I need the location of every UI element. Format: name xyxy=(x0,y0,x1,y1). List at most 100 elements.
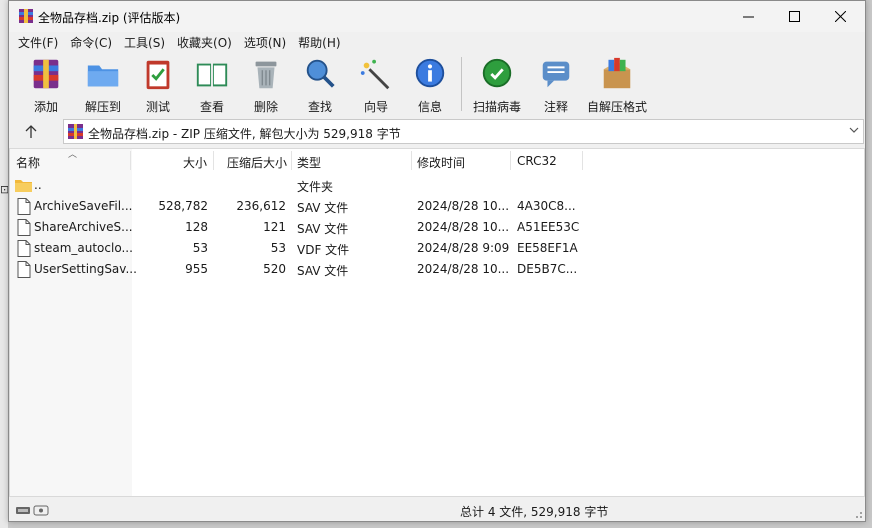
toolbar-delete-button[interactable]: 删除 xyxy=(245,53,287,115)
column-separator[interactable] xyxy=(291,151,292,170)
sfx-box-icon xyxy=(603,57,631,89)
maximize-button[interactable] xyxy=(771,1,817,32)
menu-file[interactable]: 文件(F) xyxy=(12,32,64,52)
column-header-modified[interactable]: 修改时间 xyxy=(417,154,465,171)
toolbar-comment-label: 注释 xyxy=(543,100,568,114)
info-icon xyxy=(415,58,445,88)
comment-icon xyxy=(542,61,570,88)
toolbar-sfx-label: 自解压格式 xyxy=(586,100,647,114)
file-size: 53 xyxy=(192,241,208,255)
address-bar[interactable]: 全物品存档.zip - ZIP 压缩文件, 解包大小为 529,918 字节 xyxy=(63,119,864,144)
minimize-icon xyxy=(742,16,754,18)
wizard-wand-icon xyxy=(360,59,390,90)
table-row[interactable]: UserSettingSav... 955 520 SAV 文件 2024/8/… xyxy=(10,259,864,280)
file-type: 文件夹 xyxy=(297,180,334,194)
drive-status-icon[interactable] xyxy=(15,503,51,517)
file-type: VDF 文件 xyxy=(297,243,350,257)
chevron-down-icon[interactable] xyxy=(849,127,859,135)
close-button[interactable] xyxy=(817,1,863,32)
sort-ascending-icon: ︿ xyxy=(68,150,78,160)
file-list[interactable]: ︿ 名称 大小 压缩后大小 类型 修改时间 CRC32 .. 文件夹 Archi… xyxy=(9,148,865,497)
toolbar: 添加 解压到 测试 查看 删除 查找 向导 信息 扫描病毒 注释 自解压格式 xyxy=(9,53,865,115)
toolbar-extract-label: 解压到 xyxy=(84,100,121,114)
toolbar-comment-button[interactable]: 注释 xyxy=(535,53,577,115)
table-row-parent-folder[interactable]: .. 文件夹 xyxy=(10,175,864,196)
column-header-crc[interactable]: CRC32 xyxy=(517,154,557,168)
virus-scan-icon xyxy=(482,58,512,88)
file-name: ShareArchiveS... xyxy=(34,220,133,234)
file-packed-size: 236,612 xyxy=(236,199,286,213)
view-book-icon xyxy=(196,63,228,87)
minimize-button[interactable] xyxy=(725,1,771,32)
column-header-packed[interactable]: 压缩后大小 xyxy=(213,154,287,171)
toolbar-find-label: 查找 xyxy=(307,100,332,114)
test-clipboard-icon xyxy=(146,60,170,90)
column-separator[interactable] xyxy=(510,151,511,170)
window-title: 全物品存档.zip (评估版本) xyxy=(38,11,181,25)
toolbar-sfx-button[interactable]: 自解压格式 xyxy=(583,53,651,115)
menu-help[interactable]: 帮助(H) xyxy=(292,32,346,52)
file-icon xyxy=(17,261,31,278)
table-row[interactable]: steam_autoclo... 53 53 VDF 文件 2024/8/28 … xyxy=(10,238,864,259)
toolbar-virus-scan-button[interactable]: 扫描病毒 xyxy=(471,53,523,115)
file-name: .. xyxy=(34,178,42,192)
column-header-size[interactable]: 大小 xyxy=(132,154,207,171)
menu-commands[interactable]: 命令(C) xyxy=(64,32,118,52)
address-text: 全物品存档.zip - ZIP 压缩文件, 解包大小为 529,918 字节 xyxy=(88,127,401,141)
toolbar-extract-button[interactable]: 解压到 xyxy=(81,53,125,115)
toolbar-test-label: 测试 xyxy=(145,100,170,114)
table-row[interactable]: ArchiveSaveFil... 528,782 236,612 SAV 文件… xyxy=(10,196,864,217)
menu-options[interactable]: 选项(N) xyxy=(238,32,292,52)
menu-favorites[interactable]: 收藏夹(O) xyxy=(171,32,238,52)
file-modified: 2024/8/28 10... xyxy=(417,220,510,234)
status-bar: 总计 4 文件, 529,918 字节 xyxy=(9,499,865,521)
extract-to-folder-icon xyxy=(87,65,119,87)
toolbar-add-label: 添加 xyxy=(33,100,58,114)
file-name: ArchiveSaveFil... xyxy=(34,199,133,213)
file-size: 955 xyxy=(185,262,208,276)
file-size: 128 xyxy=(185,220,208,234)
status-summary: 总计 4 文件, 529,918 字节 xyxy=(460,505,609,519)
toolbar-virus-scan-label: 扫描病毒 xyxy=(472,100,521,114)
file-icon xyxy=(17,198,31,215)
toolbar-wizard-label: 向导 xyxy=(363,100,388,114)
column-separator[interactable] xyxy=(411,151,412,170)
file-packed-size: 520 xyxy=(263,262,286,276)
column-header-name[interactable]: 名称 xyxy=(16,154,40,171)
file-type: SAV 文件 xyxy=(297,201,349,215)
column-separator[interactable] xyxy=(582,151,583,170)
toolbar-info-button[interactable]: 信息 xyxy=(409,53,451,115)
file-type: SAV 文件 xyxy=(297,222,349,236)
file-modified: 2024/8/28 10... xyxy=(417,262,510,276)
menu-tools[interactable]: 工具(S) xyxy=(118,32,171,52)
table-row[interactable]: ShareArchiveS... 128 121 SAV 文件 2024/8/2… xyxy=(10,217,864,238)
arrow-up-icon xyxy=(25,124,37,138)
file-crc: A51EE53C xyxy=(517,220,580,234)
file-name: steam_autoclo... xyxy=(34,241,133,255)
file-crc: DE5B7C... xyxy=(517,262,578,276)
toolbar-separator xyxy=(461,57,462,111)
add-archive-icon xyxy=(33,59,59,89)
maximize-icon xyxy=(788,11,800,22)
up-folder-button[interactable] xyxy=(21,122,41,140)
toolbar-delete-label: 删除 xyxy=(253,100,278,114)
toolbar-add-button[interactable]: 添加 xyxy=(25,53,67,115)
column-separator[interactable] xyxy=(130,151,131,170)
toolbar-view-label: 查看 xyxy=(199,100,224,114)
toolbar-find-button[interactable]: 查找 xyxy=(299,53,341,115)
column-header-type[interactable]: 类型 xyxy=(297,154,321,171)
file-crc: EE58EF1A xyxy=(517,241,578,255)
file-icon xyxy=(17,219,31,236)
file-modified: 2024/8/28 9:09 xyxy=(417,241,510,255)
toolbar-wizard-button[interactable]: 向导 xyxy=(355,53,397,115)
list-header: ︿ 名称 大小 压缩后大小 类型 修改时间 CRC32 xyxy=(10,149,864,173)
file-packed-size: 53 xyxy=(270,241,286,255)
resize-grip-icon[interactable] xyxy=(853,509,863,519)
desktop-background: ⊡ xyxy=(0,0,9,528)
winrar-app-icon xyxy=(19,9,33,23)
toolbar-view-button[interactable]: 查看 xyxy=(191,53,233,115)
title-bar[interactable]: 全物品存档.zip (评估版本) xyxy=(9,1,865,32)
toolbar-test-button[interactable]: 测试 xyxy=(137,53,179,115)
folder-icon xyxy=(15,180,32,192)
file-modified: 2024/8/28 10... xyxy=(417,199,510,213)
